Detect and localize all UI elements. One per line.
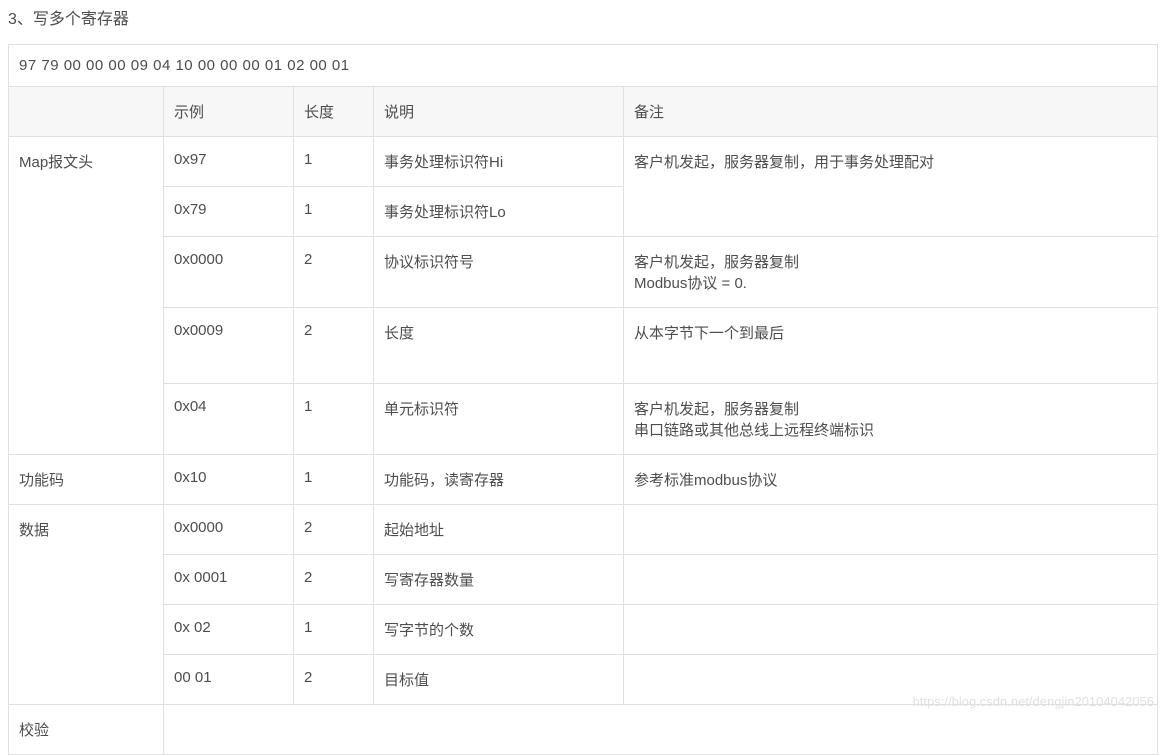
col-header-example: 示例 xyxy=(164,87,294,137)
cell-empty xyxy=(164,705,1158,755)
cell-notes: 客户机发起，服务器复制Modbus协议 = 0. xyxy=(624,237,1158,308)
col-header-section xyxy=(9,87,164,137)
table-row: 0x00092长度从本字节下一个到最后 xyxy=(9,308,1158,384)
cell-notes xyxy=(624,505,1158,555)
cell-example: 0x79 xyxy=(164,187,294,237)
cell-example: 0x97 xyxy=(164,137,294,187)
table-row: 0x 021写字节的个数 xyxy=(9,605,1158,655)
cell-length: 2 xyxy=(294,237,374,308)
cell-length: 2 xyxy=(294,555,374,605)
table-row: 0x 00012写寄存器数量 xyxy=(9,555,1158,605)
section-heading: 3、写多个寄存器 xyxy=(0,0,1166,44)
table-body: Map报文头0x971事务处理标识符Hi客户机发起，服务器复制，用于事务处理配对… xyxy=(9,137,1158,755)
cell-length: 2 xyxy=(294,505,374,555)
col-header-length: 长度 xyxy=(294,87,374,137)
cell-desc: 起始地址 xyxy=(374,505,624,555)
protocol-table: 示例 长度 说明 备注 Map报文头0x971事务处理标识符Hi客户机发起，服务… xyxy=(8,86,1158,755)
cell-length: 1 xyxy=(294,137,374,187)
cell-desc: 目标值 xyxy=(374,655,624,705)
table-row: 数据0x00002起始地址 xyxy=(9,505,1158,555)
cell-desc: 协议标识符号 xyxy=(374,237,624,308)
cell-notes: 客户机发起，服务器复制，用于事务处理配对 xyxy=(624,137,1158,237)
cell-length: 1 xyxy=(294,455,374,505)
cell-notes xyxy=(624,555,1158,605)
cell-notes xyxy=(624,655,1158,705)
cell-length: 1 xyxy=(294,605,374,655)
cell-section: 校验 xyxy=(9,705,164,755)
cell-desc: 写寄存器数量 xyxy=(374,555,624,605)
cell-section: Map报文头 xyxy=(9,137,164,455)
cell-length: 1 xyxy=(294,187,374,237)
cell-example: 00 01 xyxy=(164,655,294,705)
col-header-desc: 说明 xyxy=(374,87,624,137)
cell-length: 1 xyxy=(294,384,374,455)
cell-length: 2 xyxy=(294,655,374,705)
table-row: 功能码0x101功能码，读寄存器参考标准modbus协议 xyxy=(9,455,1158,505)
cell-desc: 事务处理标识符Hi xyxy=(374,137,624,187)
table-row: 00 012目标值 xyxy=(9,655,1158,705)
cell-example: 0x0000 xyxy=(164,237,294,308)
cell-example: 0x 02 xyxy=(164,605,294,655)
cell-example: 0x10 xyxy=(164,455,294,505)
cell-notes: 从本字节下一个到最后 xyxy=(624,308,1158,384)
cell-length: 2 xyxy=(294,308,374,384)
table-row: 校验 xyxy=(9,705,1158,755)
cell-notes xyxy=(624,605,1158,655)
col-header-notes: 备注 xyxy=(624,87,1158,137)
cell-section: 功能码 xyxy=(9,455,164,505)
cell-example: 0x 0001 xyxy=(164,555,294,605)
cell-desc: 事务处理标识符Lo xyxy=(374,187,624,237)
table-header-row: 示例 长度 说明 备注 xyxy=(9,87,1158,137)
cell-notes: 客户机发起，服务器复制串口链路或其他总线上远程终端标识 xyxy=(624,384,1158,455)
cell-example: 0x04 xyxy=(164,384,294,455)
table-row: Map报文头0x971事务处理标识符Hi客户机发起，服务器复制，用于事务处理配对 xyxy=(9,137,1158,187)
cell-notes: 参考标准modbus协议 xyxy=(624,455,1158,505)
cell-desc: 功能码，读寄存器 xyxy=(374,455,624,505)
table-row: 0x041单元标识符客户机发起，服务器复制串口链路或其他总线上远程终端标识 xyxy=(9,384,1158,455)
table-row: 0x00002协议标识符号客户机发起，服务器复制Modbus协议 = 0. xyxy=(9,237,1158,308)
cell-desc: 长度 xyxy=(374,308,624,384)
cell-desc: 写字节的个数 xyxy=(374,605,624,655)
cell-example: 0x0009 xyxy=(164,308,294,384)
cell-desc: 单元标识符 xyxy=(374,384,624,455)
cell-section: 数据 xyxy=(9,505,164,705)
cell-example: 0x0000 xyxy=(164,505,294,555)
hex-string-box: 97 79 00 00 00 09 04 10 00 00 00 01 02 0… xyxy=(8,44,1158,86)
